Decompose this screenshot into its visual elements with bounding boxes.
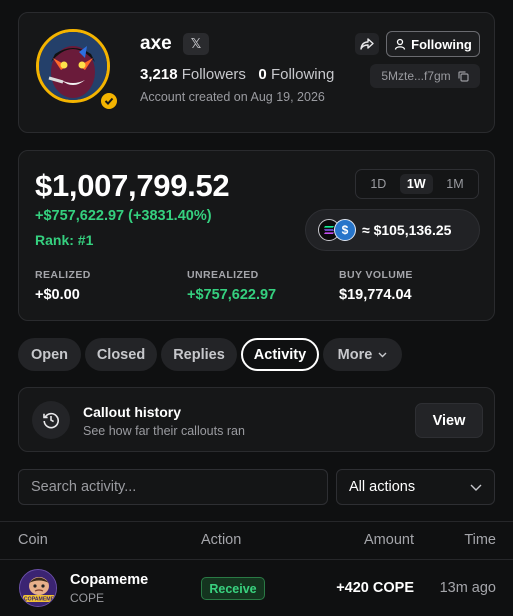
metric-value: +$757,622.97: [187, 287, 277, 303]
tab-label: More: [337, 346, 373, 363]
chevron-down-icon: [470, 484, 482, 491]
profile-avatar[interactable]: [36, 29, 110, 103]
tab-label: Activity: [253, 346, 307, 363]
tab-label: Replies: [173, 346, 225, 363]
balance-value: ≈ $105,136.25: [362, 222, 452, 238]
column-amount[interactable]: Amount: [364, 532, 414, 548]
metric-label: BUY VOLUME: [339, 269, 413, 281]
metric-realized: REALIZED +$0.00: [35, 269, 91, 303]
actions-filter-value: All actions: [349, 479, 416, 495]
search-activity-input[interactable]: [18, 469, 328, 505]
metric-label: REALIZED: [35, 269, 91, 281]
total-value: $1,007,799.52: [35, 168, 230, 203]
coin-logo-text: COPAMEME: [24, 597, 55, 603]
profile-name: axe: [140, 33, 172, 54]
period-1d[interactable]: 1D: [363, 174, 393, 194]
period-1m[interactable]: 1M: [439, 174, 470, 194]
coin-logo: COPAMEME: [19, 569, 57, 607]
column-time[interactable]: Time: [464, 532, 496, 548]
account-created-date: Account created on Aug 19, 2026: [140, 90, 325, 104]
verified-badge-icon: [99, 91, 119, 111]
tab-label: Closed: [96, 346, 146, 363]
callout-subtitle: See how far their callouts ran: [83, 424, 245, 438]
table-header-divider: [0, 559, 513, 560]
following-label[interactable]: Following: [271, 66, 334, 83]
token-icons: $: [318, 219, 356, 241]
following-button-label: Following: [411, 36, 472, 52]
view-callouts-button[interactable]: View: [415, 403, 483, 438]
metric-value: +$0.00: [35, 287, 80, 303]
followers-count[interactable]: 3,218: [140, 66, 178, 83]
action-badge: Receive: [201, 577, 265, 600]
period-1w[interactable]: 1W: [399, 174, 433, 194]
user-icon: [395, 38, 406, 50]
rank-label: Rank: #1: [35, 232, 94, 248]
table-top-divider: [0, 521, 513, 522]
tab-closed[interactable]: Closed: [85, 338, 157, 371]
period-selector: 1D 1W 1M: [355, 169, 479, 199]
coin-name[interactable]: Copameme: [70, 572, 148, 588]
tab-label: Open: [30, 346, 69, 363]
follow-stats: 3,218 Followers 0 Following: [140, 66, 334, 83]
copy-icon: [458, 70, 469, 82]
column-action[interactable]: Action: [201, 532, 241, 548]
metric-value: $19,774.04: [339, 287, 412, 303]
row-amount: +420 COPE: [336, 580, 414, 596]
wallet-address-chip[interactable]: 5Mzte...f7gm: [370, 64, 480, 88]
pnl-change: +$757,622.97 (+3831.40%): [35, 208, 212, 224]
coin-symbol: COPE: [70, 591, 105, 605]
usdc-icon: $: [334, 219, 356, 241]
following-count[interactable]: 0: [258, 66, 266, 83]
actions-filter-select[interactable]: All actions: [336, 469, 495, 505]
following-button[interactable]: Following: [386, 31, 480, 57]
wallet-balance[interactable]: $ ≈ $105,136.25: [305, 209, 480, 251]
tab-more[interactable]: More: [323, 338, 402, 371]
share-button[interactable]: [355, 33, 379, 55]
profile-card: axe 𝕏 3,218 Followers 0 Following Accoun…: [18, 12, 495, 133]
tab-open[interactable]: Open: [18, 338, 81, 371]
wallet-address: 5Mzte...f7gm: [381, 69, 451, 83]
followers-label[interactable]: Followers: [182, 66, 246, 83]
tab-replies[interactable]: Replies: [161, 338, 237, 371]
metric-buy-volume: BUY VOLUME $19,774.04: [339, 269, 413, 303]
column-coin[interactable]: Coin: [18, 532, 48, 548]
callout-history-card: Callout history See how far their callou…: [18, 387, 495, 452]
metric-label: UNREALIZED: [187, 269, 259, 281]
metric-unrealized: UNREALIZED +$757,622.97: [187, 269, 276, 303]
tab-activity[interactable]: Activity: [241, 338, 319, 371]
share-icon: [360, 38, 374, 50]
history-icon: [32, 401, 70, 439]
callout-title: Callout history: [83, 404, 182, 420]
x-social-icon[interactable]: 𝕏: [183, 33, 209, 55]
pnl-card: $1,007,799.52 +$757,622.97 (+3831.40%) R…: [18, 150, 495, 321]
row-time: 13m ago: [439, 580, 496, 596]
chevron-down-icon: [378, 352, 387, 357]
